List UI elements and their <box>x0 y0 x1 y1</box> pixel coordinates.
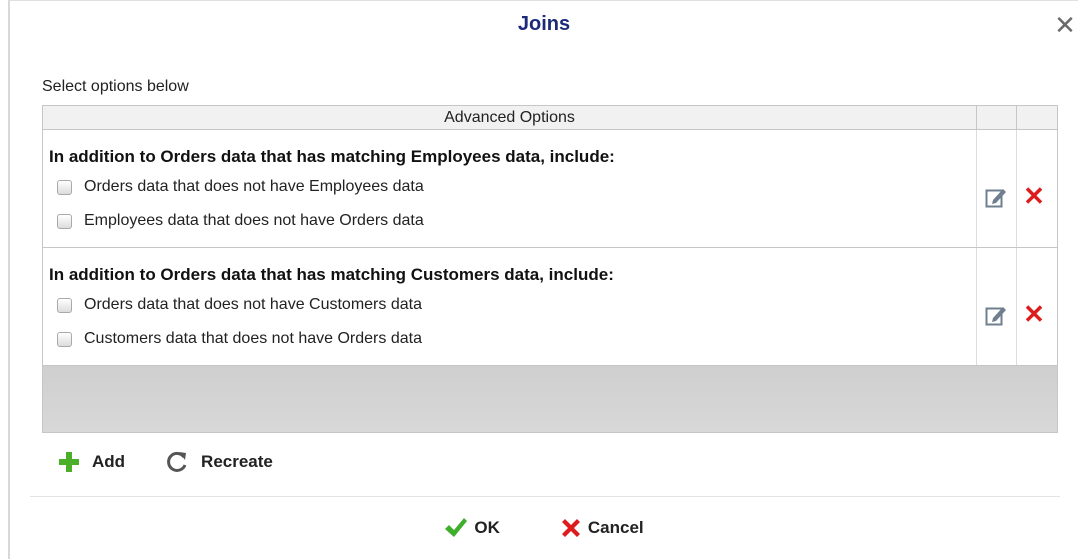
toolbar: Add Recreate <box>58 449 313 475</box>
recreate-button-label: Recreate <box>201 452 273 471</box>
join-row-title: In addition to Orders data that has matc… <box>49 265 614 284</box>
join-row-main-cell: In addition to Orders data that has matc… <box>43 130 977 247</box>
join-option[interactable]: Customers data that does not have Orders… <box>57 328 422 350</box>
join-option-label: Orders data that does not have Customers… <box>84 296 422 313</box>
edit-icon[interactable] <box>985 186 1007 208</box>
recreate-button[interactable]: Recreate <box>165 450 273 474</box>
edit-icon[interactable] <box>985 304 1007 326</box>
delete-cell: ✕ <box>1017 248 1057 365</box>
ok-button-label: OK <box>474 518 500 537</box>
grid-empty-area <box>43 366 1057 432</box>
delete-cell: ✕ <box>1017 130 1057 247</box>
x-icon <box>561 519 580 537</box>
checkbox[interactable] <box>57 297 72 313</box>
join-option-label: Orders data that does not have Employees… <box>84 178 424 195</box>
join-option-label: Employees data that does not have Orders… <box>84 212 424 229</box>
ok-button[interactable]: OK <box>444 517 500 539</box>
checkmark-icon <box>445 518 468 537</box>
checkbox[interactable] <box>57 179 72 195</box>
cancel-button[interactable]: Cancel <box>560 517 644 539</box>
checkbox[interactable] <box>57 331 72 347</box>
close-icon[interactable]: ✕ <box>1054 12 1076 38</box>
subtitle: Select options below <box>42 78 189 95</box>
join-row-main-cell: In addition to Orders data that has matc… <box>43 248 977 365</box>
cancel-button-label: Cancel <box>587 518 644 537</box>
divider <box>30 496 1060 497</box>
join-row: In addition to Orders data that has matc… <box>43 248 1057 366</box>
delete-icon[interactable]: ✕ <box>1022 301 1046 327</box>
grid-header: Advanced Options <box>43 106 1057 130</box>
join-option[interactable]: Orders data that does not have Customers… <box>57 294 422 316</box>
join-option[interactable]: Orders data that does not have Employees… <box>57 176 424 198</box>
plus-icon <box>59 452 79 472</box>
dialog-title: Joins <box>517 13 571 35</box>
dialog-footer: OK Cancel <box>10 517 1078 539</box>
advanced-options-grid: Advanced Options In addition to Orders d… <box>42 105 1058 433</box>
grid-header-label: Advanced Options <box>43 106 977 129</box>
join-row-title: In addition to Orders data that has matc… <box>49 147 615 166</box>
joins-dialog: Joins ✕ Select options below Advanced Op… <box>8 0 1078 559</box>
delete-icon[interactable]: ✕ <box>1022 183 1046 209</box>
edit-cell <box>977 248 1017 365</box>
join-row: In addition to Orders data that has matc… <box>43 130 1057 248</box>
grid-header-edit-column <box>977 106 1017 129</box>
refresh-icon <box>167 451 187 472</box>
join-option[interactable]: Employees data that does not have Orders… <box>57 210 424 232</box>
edit-cell <box>977 130 1017 247</box>
join-option-label: Customers data that does not have Orders… <box>84 330 422 347</box>
add-button-label: Add <box>92 452 126 471</box>
checkbox[interactable] <box>57 213 72 229</box>
add-button[interactable]: Add <box>58 451 125 473</box>
